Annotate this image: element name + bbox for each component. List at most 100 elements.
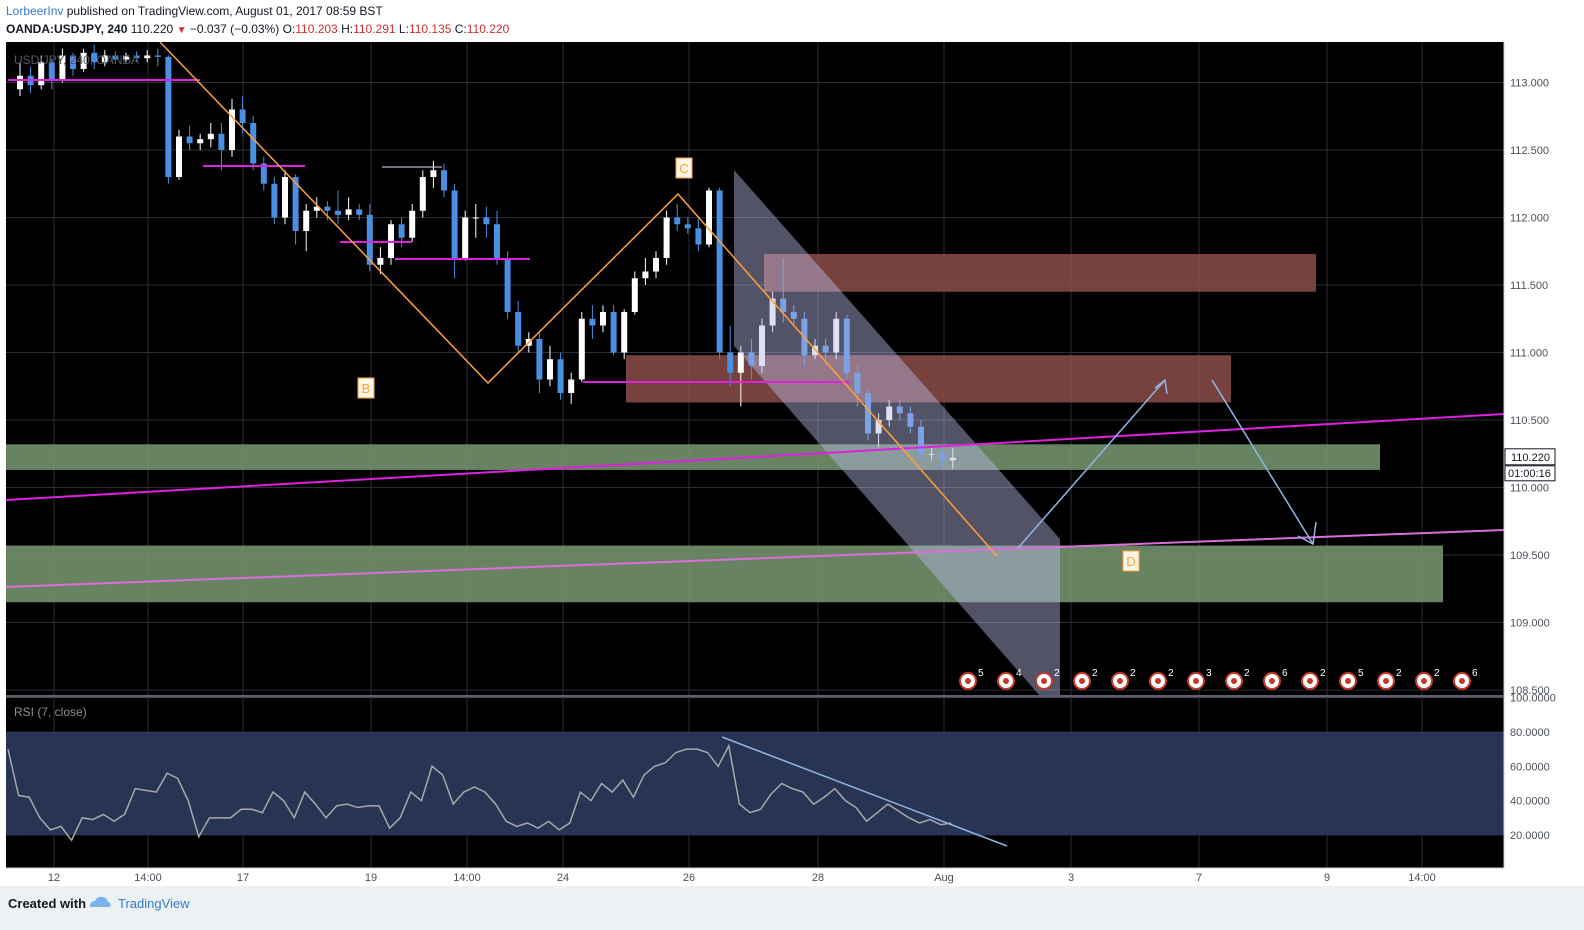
low-label: L: bbox=[398, 22, 409, 36]
event-count: 2 bbox=[1396, 668, 1402, 679]
candle-body bbox=[303, 210, 310, 231]
candle bbox=[271, 177, 278, 225]
candle bbox=[706, 187, 712, 248]
candle-body bbox=[568, 379, 575, 393]
candle-body bbox=[176, 136, 182, 177]
author-link[interactable]: LorbeerInv bbox=[6, 4, 63, 18]
time-tick-label: 14:00 bbox=[134, 872, 162, 884]
candle-body bbox=[17, 75, 23, 90]
candle-body bbox=[271, 183, 278, 218]
low-value: 110.135 bbox=[408, 22, 452, 36]
pattern-label-text: B bbox=[362, 381, 371, 396]
time-tick-label: 24 bbox=[557, 872, 569, 884]
event-count: 6 bbox=[1282, 668, 1288, 679]
support-zone bbox=[6, 444, 1380, 470]
candle bbox=[165, 55, 172, 184]
tradingview-link[interactable]: TradingView bbox=[118, 896, 190, 911]
candle-body bbox=[441, 170, 447, 191]
open-value: 110.203 bbox=[295, 22, 338, 36]
candle bbox=[578, 312, 585, 383]
event-dot bbox=[1459, 678, 1465, 684]
price-tick-label: 109.000 bbox=[1510, 618, 1550, 630]
event-count: 2 bbox=[1054, 668, 1060, 679]
candle-body bbox=[409, 210, 416, 238]
candle-body bbox=[250, 123, 257, 164]
event-count: 5 bbox=[978, 668, 984, 679]
candle bbox=[663, 210, 670, 265]
candle-body bbox=[557, 359, 564, 393]
candle-body bbox=[631, 278, 638, 312]
rsi-band bbox=[6, 732, 1504, 835]
candle-body bbox=[282, 177, 288, 218]
candle-body bbox=[197, 139, 204, 144]
open-label: O: bbox=[282, 22, 296, 36]
rsi-tick-label: 20.0000 bbox=[1510, 830, 1550, 842]
event-dot bbox=[1269, 678, 1275, 684]
candle-body bbox=[536, 339, 543, 380]
symbol-label: OANDA:USDJPY, 240 bbox=[6, 22, 128, 36]
time-tick-label: 19 bbox=[365, 872, 377, 884]
time-tick-label: 28 bbox=[812, 872, 824, 884]
candle bbox=[462, 210, 469, 261]
high-label: H: bbox=[341, 22, 354, 36]
event-dot bbox=[1231, 678, 1237, 684]
last-price: 110.220 bbox=[130, 22, 174, 36]
high-value: 110.291 bbox=[353, 22, 396, 36]
candle bbox=[419, 170, 426, 218]
price-chart[interactable]: B C D 113.000 112.500 112.000 111.500 111.000 1… bbox=[0, 42, 1562, 886]
candle-body bbox=[515, 312, 522, 346]
candle-body bbox=[642, 271, 649, 279]
event-dot bbox=[1193, 678, 1199, 684]
time-tick-label: 12 bbox=[48, 872, 60, 884]
event-count: 4 bbox=[1016, 668, 1022, 679]
candle-body bbox=[165, 56, 172, 177]
rsi-tick-label: 40.0000 bbox=[1510, 796, 1550, 808]
candle-body bbox=[621, 312, 628, 353]
publish-line: LorbeerInv published on TradingView.com,… bbox=[6, 4, 383, 18]
rsi-tick-label: 60.0000 bbox=[1510, 761, 1550, 773]
candle-body bbox=[430, 170, 437, 177]
support-zone bbox=[6, 545, 1443, 603]
event-dot bbox=[1003, 678, 1009, 684]
candle-body bbox=[462, 217, 469, 258]
symbol-line: OANDA:USDJPY, 240 110.220 ▼ −0.037 (−0.0… bbox=[6, 22, 509, 36]
time-tick-label: 14:00 bbox=[1408, 872, 1436, 884]
candle-body bbox=[472, 217, 479, 219]
time-tick-label: 3 bbox=[1068, 872, 1074, 884]
price-tick-label: 112.000 bbox=[1510, 213, 1549, 225]
candle-body bbox=[494, 224, 500, 258]
event-count: 2 bbox=[1168, 668, 1174, 679]
candle-body bbox=[207, 133, 214, 140]
last-price-tag: 110.220 bbox=[1504, 448, 1556, 466]
candle-body bbox=[324, 206, 331, 211]
event-count: 2 bbox=[1092, 668, 1098, 679]
published-text: published on TradingView.com, August 01,… bbox=[66, 4, 383, 18]
price-tick-label: 110.000 bbox=[1510, 483, 1549, 495]
candle-body bbox=[727, 352, 734, 373]
price-tick-label: 113.000 bbox=[1510, 78, 1549, 90]
event-count: 2 bbox=[1434, 668, 1440, 679]
event-dot bbox=[1155, 678, 1161, 684]
event-count: 2 bbox=[1244, 668, 1250, 679]
event-dot bbox=[1041, 678, 1047, 684]
chart-watermark: USD/JPY, 240, OANDA bbox=[14, 53, 139, 67]
candle bbox=[504, 251, 511, 319]
down-arrow-icon: ▼ bbox=[176, 25, 187, 36]
event-dot bbox=[1079, 678, 1085, 684]
candle-body bbox=[610, 312, 617, 353]
candle-body bbox=[154, 55, 161, 57]
time-tick-label: 9 bbox=[1324, 872, 1330, 884]
candle-body bbox=[695, 228, 702, 245]
price-tick-label: 111.500 bbox=[1510, 280, 1548, 292]
event-count: 3 bbox=[1206, 668, 1212, 679]
candle bbox=[716, 187, 723, 360]
candle-body bbox=[356, 209, 363, 215]
close-value: 110.220 bbox=[466, 22, 510, 36]
candle-body bbox=[218, 133, 225, 150]
price-tick-label: 110.500 bbox=[1510, 415, 1549, 427]
candle-body bbox=[483, 217, 490, 225]
event-dot bbox=[1383, 678, 1389, 684]
candle-body bbox=[504, 258, 511, 312]
candle-body bbox=[377, 258, 384, 265]
candle-body bbox=[706, 190, 712, 245]
